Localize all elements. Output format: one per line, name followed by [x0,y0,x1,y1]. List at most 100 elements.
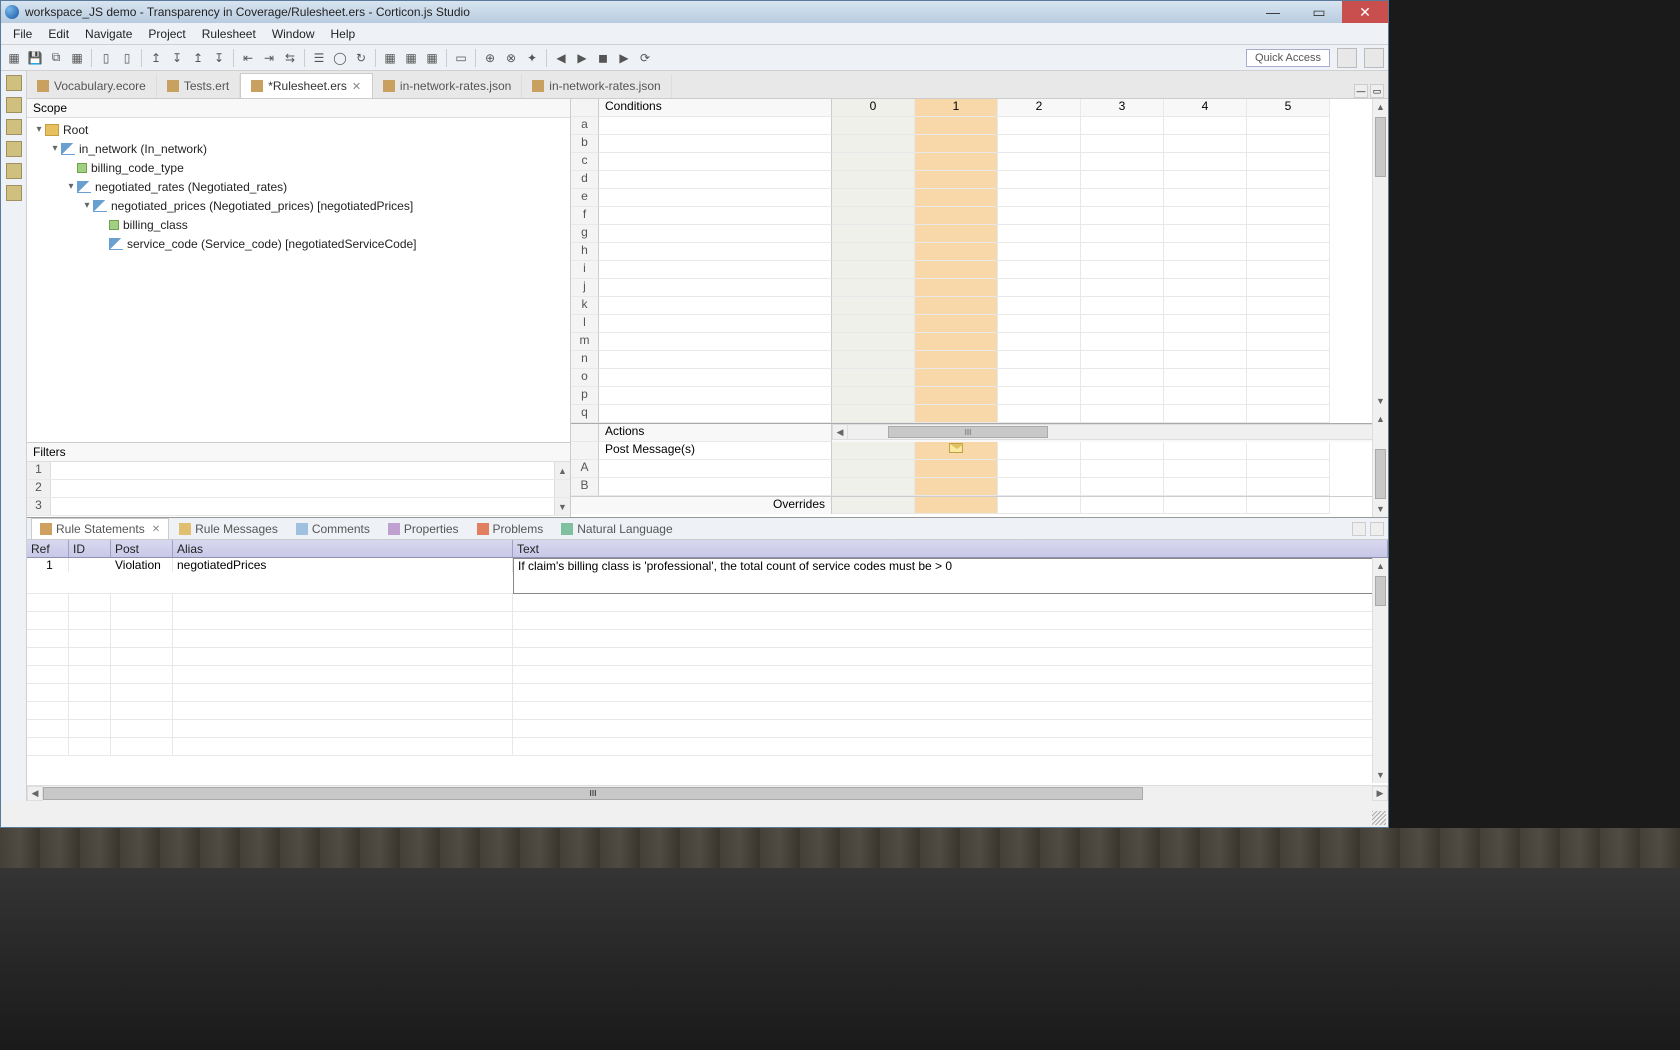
statement-row[interactable] [27,684,1388,702]
grid-cell[interactable] [1081,460,1164,478]
expand-icon[interactable]: ▾ [49,143,61,154]
grid-cell[interactable] [1081,497,1164,514]
grid-cell[interactable] [998,405,1081,423]
cell-alias[interactable] [173,684,513,701]
condition-cell[interactable] [599,405,832,423]
scroll-down-icon[interactable]: ▼ [1373,393,1388,409]
row-header[interactable]: f [571,207,599,225]
tab-rule-statements[interactable]: Rule Statements✕ [31,518,169,539]
tab-vocabulary[interactable]: Vocabulary.ecore [27,74,157,98]
grid-cell[interactable] [1081,405,1164,423]
condition-cell[interactable] [599,297,832,315]
condition-cell[interactable] [599,207,832,225]
row-header[interactable]: c [571,153,599,171]
new-icon[interactable]: ▦ [5,49,23,67]
grid-cell[interactable] [915,369,998,387]
col-alias[interactable]: Alias [173,540,513,557]
col-id[interactable]: ID [69,540,111,557]
grid-cell[interactable] [1164,207,1247,225]
grid-cell[interactable] [998,153,1081,171]
save-all-icon[interactable]: ⧉ [47,49,65,67]
grid-cell[interactable] [998,243,1081,261]
cell-post[interactable]: Violation [111,558,173,572]
grid-cell[interactable] [998,297,1081,315]
grid-cell[interactable] [1164,171,1247,189]
statement-row[interactable] [27,720,1388,738]
activity-icon[interactable] [6,75,22,91]
scroll-down-icon[interactable]: ▼ [1373,501,1388,517]
cell-alias[interactable]: negotiatedPrices [173,558,513,572]
row-header[interactable]: a [571,117,599,135]
tool-icon[interactable]: ▦ [402,49,420,67]
tool-icon[interactable]: ▦ [381,49,399,67]
grid-cell[interactable] [915,153,998,171]
grid-cell[interactable] [1081,171,1164,189]
nav-play-icon[interactable]: ▶ [615,49,633,67]
statement-row[interactable] [27,630,1388,648]
statement-row[interactable] [27,594,1388,612]
row-header[interactable]: o [571,369,599,387]
cell-id[interactable] [69,702,111,719]
cell-post[interactable] [111,738,173,755]
cell-ref[interactable] [27,720,69,737]
tool-icon[interactable]: ⇆ [281,49,299,67]
grid-cell[interactable] [1164,369,1247,387]
grid-cell[interactable] [1081,207,1164,225]
grid-cell[interactable] [915,225,998,243]
grid-cell[interactable] [915,171,998,189]
col-post[interactable]: Post [111,540,173,557]
tab-rulesheet[interactable]: *Rulesheet.ers✕ [240,73,373,98]
cell-id[interactable] [69,594,111,611]
condition-cell[interactable] [599,279,832,297]
cell-ref[interactable] [27,702,69,719]
cell-alias[interactable] [173,612,513,629]
grid-cell[interactable] [1081,369,1164,387]
row-header[interactable]: l [571,315,599,333]
cell-id[interactable] [69,738,111,755]
grid-cell[interactable] [1247,387,1330,405]
row-header[interactable]: j [571,279,599,297]
tool-icon[interactable]: ↥ [189,49,207,67]
grid-cell[interactable] [1247,405,1330,423]
grid-cell[interactable] [998,478,1081,496]
tool-icon[interactable]: ☰ [310,49,328,67]
grid-cell[interactable] [1081,351,1164,369]
statement-row[interactable] [27,666,1388,684]
tool-icon[interactable]: ✦ [523,49,541,67]
tool-icon[interactable]: ▯ [118,49,136,67]
activity-icon[interactable] [6,141,22,157]
grid-cell[interactable] [1247,117,1330,135]
cell-ref[interactable] [27,594,69,611]
scroll-left-icon[interactable]: ◀ [27,786,43,801]
cell-ref[interactable] [27,666,69,683]
grid-cell[interactable] [1164,117,1247,135]
grid-cell[interactable] [832,333,915,351]
condition-cell[interactable] [599,315,832,333]
row-header[interactable]: h [571,243,599,261]
nav-icon[interactable]: ⟳ [636,49,654,67]
grid-cell[interactable] [1081,442,1164,460]
maximize-button[interactable]: ▭ [1296,1,1342,23]
menu-window[interactable]: Window [264,24,323,44]
grid-cell[interactable] [915,387,998,405]
cell-ref[interactable] [27,738,69,755]
cell-text[interactable] [513,720,1388,737]
row-header[interactable]: g [571,225,599,243]
row-header[interactable]: b [571,135,599,153]
maximize-view-icon[interactable] [1370,522,1384,536]
condition-cell[interactable] [599,117,832,135]
cell-post[interactable] [111,594,173,611]
grid-cell[interactable] [1247,351,1330,369]
condition-cell[interactable] [599,369,832,387]
statement-row[interactable] [27,648,1388,666]
nav-fwd-icon[interactable]: ▶ [573,49,591,67]
col-header[interactable]: 1 [915,99,998,117]
grid-cell[interactable] [1247,153,1330,171]
tab-properties[interactable]: Properties [380,519,467,539]
tool-icon[interactable]: ▦ [423,49,441,67]
grid-cell[interactable] [832,387,915,405]
grid-cell[interactable] [832,207,915,225]
cell-ref[interactable] [27,630,69,647]
grid-cell[interactable] [915,243,998,261]
grid-cell[interactable] [1247,460,1330,478]
